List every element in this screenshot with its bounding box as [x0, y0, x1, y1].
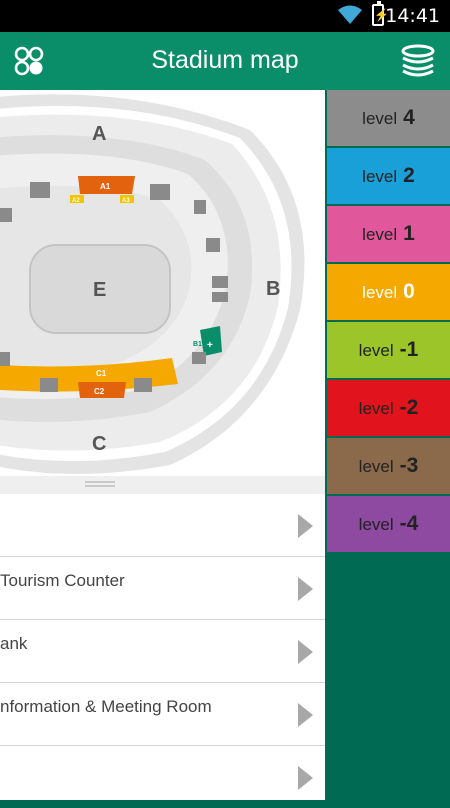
level-number: -1	[399, 338, 419, 361]
level-button[interactable]: level 0	[327, 264, 450, 320]
level-button[interactable]: level 1	[327, 206, 450, 262]
toilet-box[interactable]	[150, 184, 170, 200]
toilet-box[interactable]	[134, 378, 152, 392]
level-number: -2	[399, 396, 419, 419]
stack-layers-icon[interactable]	[400, 44, 436, 78]
drag-handle-icon[interactable]	[85, 481, 115, 487]
service-box[interactable]	[206, 238, 220, 252]
level-word: level	[358, 457, 394, 476]
stadium-map[interactable]: A1 A2 A3 C1 C2 B1 + A B C E	[0, 90, 325, 476]
chevron-right-icon	[298, 577, 313, 601]
stand-c2-label: C2	[94, 387, 105, 396]
wifi-icon	[338, 5, 362, 24]
stand-a2-label: A2	[72, 198, 80, 204]
list-item[interactable]: nformation & Meeting Room	[0, 683, 325, 746]
level-number: 4	[403, 106, 415, 129]
service-box[interactable]	[0, 352, 10, 366]
level-word: level	[358, 515, 394, 534]
toilet-box[interactable]	[30, 182, 50, 198]
chevron-right-icon	[298, 703, 313, 727]
level-word: level	[362, 283, 398, 302]
level-button[interactable]: level -3	[327, 438, 450, 494]
level-word: level	[362, 109, 398, 128]
level-number: -3	[399, 454, 419, 477]
stand-c1-label: C1	[96, 369, 107, 378]
toilet-box[interactable]	[40, 378, 58, 392]
level-sidebar: level 4 level 2 level 1 level 0 level -1 leve…	[325, 90, 450, 800]
status-bar: ⚡ 14:41	[0, 0, 450, 32]
service-box[interactable]	[212, 292, 228, 302]
level-number: 0	[403, 280, 415, 303]
app-bar: Stadium map	[0, 32, 450, 90]
list-item-label: ank	[0, 634, 28, 653]
list-item[interactable]: ank	[0, 620, 325, 683]
list-item-label: Tourism Counter	[0, 571, 125, 590]
service-box[interactable]	[194, 200, 206, 214]
first-aid-icon: +	[207, 340, 213, 351]
level-button[interactable]: level 2	[327, 148, 450, 204]
poi-list: Tourism Counter ank nformation & Meeting…	[0, 494, 325, 800]
section-a-label: A	[92, 123, 106, 145]
stand-b1-label: B1	[193, 341, 202, 348]
stand-a1-label: A1	[100, 182, 111, 191]
chevron-right-icon	[298, 514, 313, 538]
section-e-label: E	[93, 279, 106, 301]
battery-icon: ⚡	[372, 1, 389, 26]
clock: 14:41	[385, 5, 440, 27]
section-b-label: B	[266, 278, 280, 300]
page-title: Stadium map	[151, 46, 299, 74]
service-box[interactable]	[192, 352, 206, 364]
service-box[interactable]	[0, 208, 12, 222]
chevron-right-icon	[298, 640, 313, 664]
stand-a3-label: A3	[122, 198, 130, 204]
level-button[interactable]: level -1	[327, 322, 450, 378]
level-button[interactable]: level -4	[327, 496, 450, 552]
list-item-label: nformation & Meeting Room	[0, 697, 212, 716]
list-item[interactable]	[0, 494, 325, 557]
level-button[interactable]: level -2	[327, 380, 450, 436]
section-c-label: C	[92, 433, 106, 455]
level-word: level	[358, 341, 394, 360]
list-item[interactable]: Tourism Counter	[0, 557, 325, 620]
level-word: level	[358, 399, 394, 418]
level-button[interactable]: level 4	[327, 90, 450, 146]
level-number: -4	[399, 512, 419, 535]
panel-divider[interactable]	[0, 476, 325, 494]
level-number: 1	[403, 222, 415, 245]
list-item[interactable]	[0, 746, 325, 808]
level-word: level	[362, 225, 398, 244]
chevron-right-icon	[298, 766, 313, 790]
level-number: 2	[403, 164, 415, 187]
level-word: level	[362, 167, 398, 186]
service-box[interactable]	[212, 276, 228, 288]
